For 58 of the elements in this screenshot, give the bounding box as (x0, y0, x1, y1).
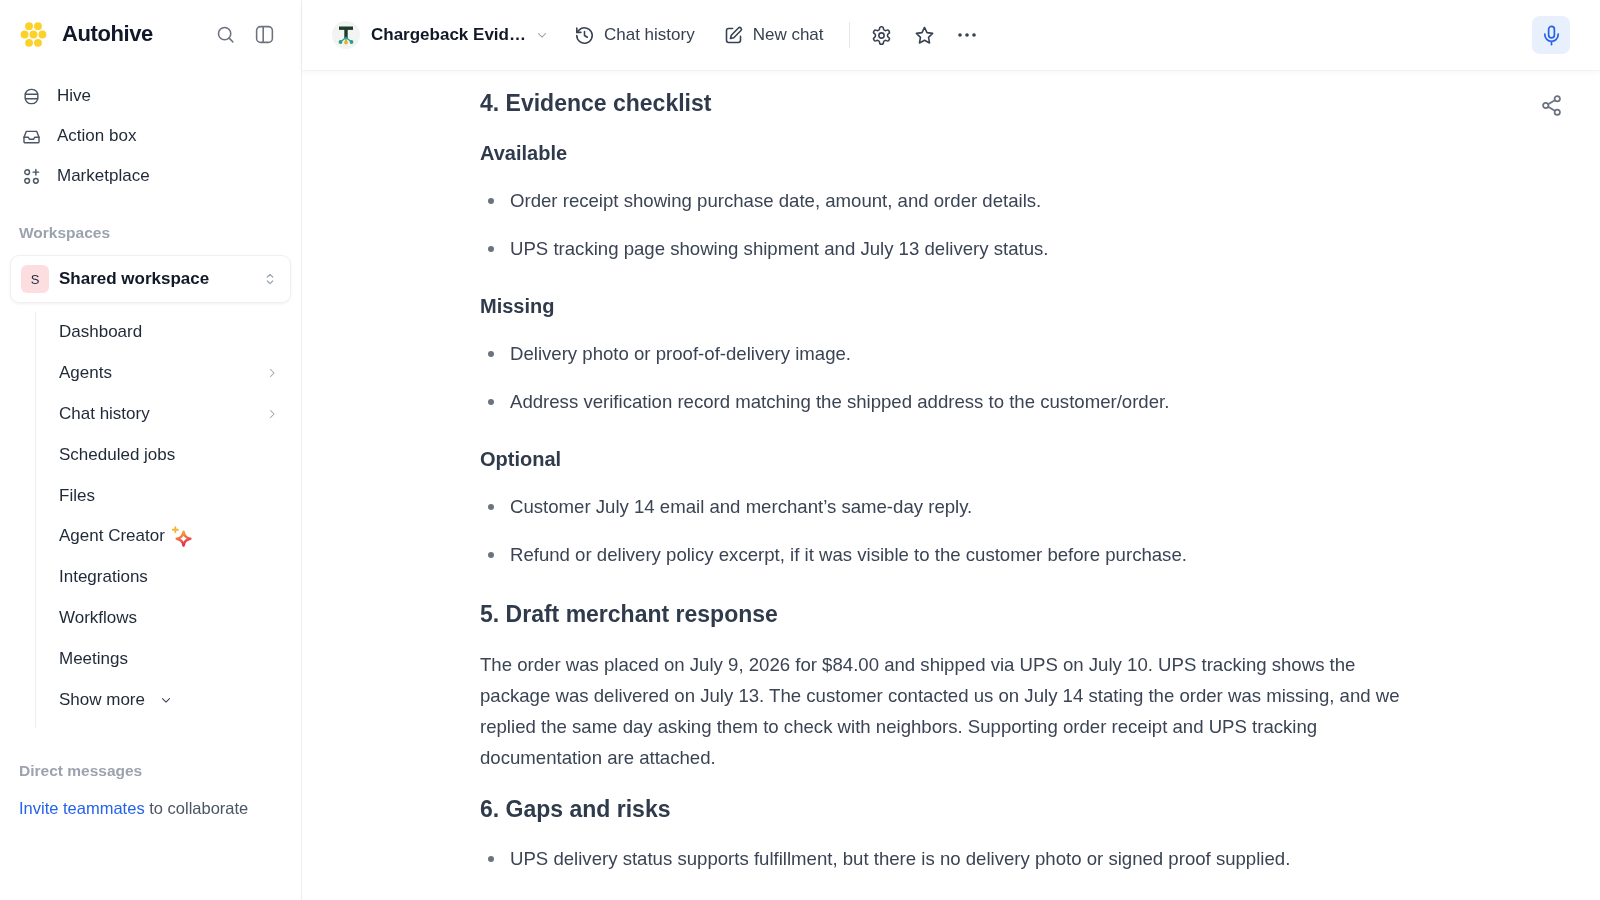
subheading: Missing (480, 294, 556, 319)
sidebar-item[interactable]: Agent Creator (36, 516, 291, 557)
list-item-text: Customer July 14 email and merchant’s same-day reply. (510, 495, 973, 519)
nav-item[interactable]: Marketplace (10, 156, 291, 196)
list-item-text: Order receipt showing purchase date, amount, and order details. (510, 189, 1042, 213)
share-button[interactable] (1540, 94, 1563, 117)
star-icon (913, 24, 935, 46)
bullet-icon (488, 399, 494, 405)
list-item-text: Delivery photo or proof-of-delivery image. (510, 342, 852, 366)
section-heading: 6. Gaps and risks (480, 795, 672, 824)
bullet-icon (488, 351, 494, 357)
show-more-button[interactable]: Show more (36, 679, 291, 720)
bullet-icon (488, 198, 494, 204)
section-heading: 5. Draft merchant response (480, 600, 779, 629)
sidebar-item[interactable]: Agents (36, 352, 291, 394)
bullet-icon (488, 504, 494, 510)
invite-text: Invite teammates to collaborate (18, 797, 250, 819)
nav-item[interactable]: Action box (10, 116, 291, 156)
sidebar-item[interactable]: Chat history (36, 393, 291, 435)
sidebar-toggle-button[interactable] (254, 23, 275, 45)
subheading: Optional (480, 447, 563, 472)
subheading: Available (480, 141, 569, 166)
sidebar-item[interactable]: Scheduled jobs (36, 434, 291, 476)
new-chat-button[interactable]: New chat (719, 17, 827, 53)
sidebar-item[interactable]: Workflows (36, 597, 291, 639)
section-heading: 4. Evidence checklist (480, 89, 713, 118)
beehive-icon (22, 86, 41, 106)
panel-icon (254, 23, 275, 45)
agent-logo-icon (332, 21, 360, 49)
list-item-text: UPS delivery status supports fulfillment, but there is no delivery photo or signed proof supplied. (510, 847, 1291, 871)
chat-history-button[interactable]: Chat history (570, 17, 698, 53)
workspace-switcher[interactable]: S Shared workspace (10, 255, 291, 303)
invite-link[interactable]: Invite teammates (19, 798, 145, 817)
more-icon (958, 33, 977, 37)
agent-menu-button[interactable]: Chargeback Evid… (371, 17, 549, 53)
section-label: Direct messages (18, 760, 144, 781)
bullet-icon (488, 856, 494, 862)
apps-icon (22, 166, 41, 186)
share-icon (1540, 94, 1563, 117)
bullet-icon (488, 246, 494, 252)
history-icon (573, 24, 595, 46)
settings-icon (870, 24, 892, 46)
sparkle-icon (170, 525, 192, 547)
microphone-button[interactable] (1532, 16, 1570, 54)
sidebar-item[interactable]: Files (36, 475, 291, 516)
nav-item[interactable]: Hive (10, 76, 291, 116)
sidebar-item[interactable]: Dashboard (36, 312, 291, 353)
section-label: Workspaces (18, 223, 112, 243)
sidebar-item[interactable]: Meetings (36, 638, 291, 680)
brand-name: Autohive (62, 21, 153, 47)
list-item-text: UPS tracking page showing shipment and July 13 delivery status. (510, 237, 1049, 261)
list-item-text: Address verification record matching the shipped address to the customer/order. (510, 390, 1170, 414)
paragraph: The order was placed on July 9, 2026 for $84.00 and shipped via UPS on July 10. UPS tracking shows the package was delivered on July 13. The customer contacted us on July 14 stating the order was missing, and we replied the same day asking them to check with neighbors. Supporting order receipt and UPS tracking documentation are attached. (480, 653, 1401, 770)
list-item-text: Refund or delivery policy excerpt, if it was visible to the customer before purchase. (510, 543, 1187, 567)
workspace-avatar: S (21, 265, 49, 293)
logo-icon (20, 21, 47, 47)
bullet-icon (488, 552, 494, 558)
sidebar-item[interactable]: Integrations (36, 556, 291, 598)
